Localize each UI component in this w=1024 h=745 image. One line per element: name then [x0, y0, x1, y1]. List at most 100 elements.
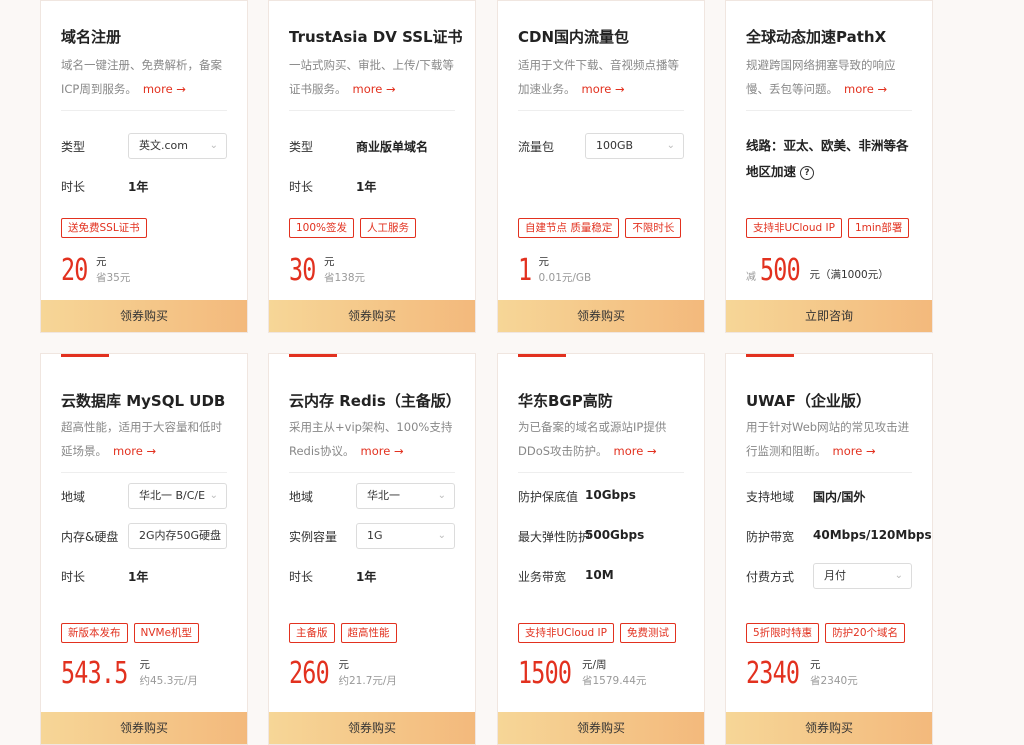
chevron-down-icon: ⌄	[666, 140, 675, 151]
spec-wide-value: 线路：亚太、欧美、非洲等各地区加速?	[746, 133, 912, 185]
buy-button[interactable]: 领券购买	[726, 712, 932, 744]
spec-label: 时长	[289, 570, 314, 584]
tag-list: 新版本发布 NVMe机型	[61, 621, 239, 643]
more-link[interactable]: more →	[582, 82, 625, 96]
spec-row: 时长 1年	[61, 173, 227, 199]
spec-select[interactable]: 100GB ⌄	[585, 133, 684, 159]
price-prefix: 减	[746, 272, 756, 283]
card-title: 全球动态加速PathX	[746, 28, 887, 46]
price-unit: 元	[96, 256, 107, 268]
card-title: 域名注册	[61, 28, 122, 46]
price-number: 1500	[518, 656, 572, 691]
price-block: 20 元省35元	[61, 249, 239, 289]
product-card: 全球动态加速PathX 规避跨国网络拥塞导致的响应慢、丢包等问题。 more → 线路…	[725, 0, 933, 333]
buy-button[interactable]: 领券购买	[269, 712, 475, 744]
more-link[interactable]: more →	[844, 82, 887, 96]
chevron-down-icon: ⌄	[209, 490, 218, 501]
divider	[746, 110, 912, 111]
feature-tag: 5折限时特惠	[746, 623, 820, 643]
product-card: CDN国内流量包 适用于文件下载、音视频点播等加速业务。 more → 流量包 100G…	[497, 0, 705, 333]
more-link[interactable]: more →	[361, 444, 404, 458]
spec-row: 业务带宽 10M	[518, 563, 684, 589]
feature-tag: 新版本发布	[61, 623, 128, 643]
spec-label: 业务带宽	[518, 570, 567, 584]
buy-button[interactable]: 领券购买	[41, 300, 247, 332]
feature-tag: 100%签发	[289, 218, 355, 238]
spec-select[interactable]: 2G内存50G硬盘 ⌄	[128, 523, 227, 549]
divider	[289, 472, 455, 473]
product-card: 域名注册 域名一键注册、免费解析，备案ICP周到服务。 more → 类型 英文.com…	[40, 0, 248, 333]
spec-row: 地域 华北一 B/C/E ⌄	[61, 483, 227, 509]
chevron-down-icon: ⌄	[894, 570, 903, 581]
spec-value: 10M	[585, 568, 614, 582]
feature-tag: 免费测试	[619, 623, 676, 643]
buy-button[interactable]: 领券购买	[498, 300, 704, 332]
feature-tag: 1min部署	[847, 218, 910, 238]
spec-row: 最大弹性防护 500Gbps	[518, 523, 684, 549]
spec-label: 防护带宽	[746, 530, 795, 544]
spec-select[interactable]: 华北一 ⌄	[356, 483, 455, 509]
price-note: 省1579.44元	[582, 675, 647, 687]
spec-label: 内存&硬盘	[61, 530, 119, 544]
price-unit: 元	[538, 256, 550, 268]
card-description: 采用主从+vip架构、100%支持Redis协议。 more →	[289, 415, 461, 463]
more-link[interactable]: more →	[614, 444, 657, 458]
buy-button[interactable]: 领券购买	[498, 712, 704, 744]
spec-label: 流量包	[518, 140, 555, 154]
spec-row: 防护保底值 10Gbps	[518, 483, 684, 509]
product-card: 华东BGP高防为已备案的域名或源站IP提供DDoS攻击防护。 more → 防护保底…	[497, 353, 705, 745]
spec-row: 实例容量 1G ⌄	[289, 523, 455, 549]
card-description: 适用于文件下载、音视频点播等加速业务。 more →	[518, 53, 690, 101]
tag-list: 100%签发 人工服务	[289, 216, 467, 238]
card-accent-bar	[746, 354, 794, 357]
spec-row: 付费方式 月付 ⌄	[746, 563, 912, 589]
divider	[61, 110, 227, 111]
tag-list: 送免费SSL证书	[61, 216, 239, 238]
card-title: 华东BGP高防	[518, 392, 613, 410]
spec-label: 时长	[289, 180, 314, 194]
card-description: 用于针对Web网站的常见攻击进行监测和阻断。 more →	[746, 415, 918, 463]
buy-button[interactable]: 领券购买	[41, 712, 247, 744]
tag-list: 自建节点 质量稳定 不限时长	[518, 216, 696, 238]
card-description: 域名一键注册、免费解析，备案ICP周到服务。 more →	[61, 53, 233, 101]
spec-value: 10Gbps	[585, 488, 636, 502]
feature-tag: 不限时长	[625, 218, 682, 238]
more-link[interactable]: more →	[143, 82, 186, 96]
feature-tag: 自建节点 质量稳定	[518, 218, 620, 238]
feature-tag: 支持非UCloud IP	[518, 623, 614, 643]
spec-row: 地域 华北一 ⌄	[289, 483, 455, 509]
price-number: 260	[289, 656, 330, 691]
select-value: 华北一	[367, 489, 400, 502]
more-link[interactable]: more →	[113, 444, 156, 458]
price-unit: 元	[139, 659, 151, 671]
card-title: 云数据库 MySQL UDB	[61, 392, 226, 410]
more-link[interactable]: more →	[833, 444, 876, 458]
divider	[61, 472, 227, 473]
buy-button[interactable]: 立即咨询	[726, 300, 932, 332]
select-value: 月付	[824, 569, 846, 582]
buy-button[interactable]: 领券购买	[269, 300, 475, 332]
price-note: 0.01元/GB	[538, 272, 592, 284]
chevron-down-icon: ⌄	[437, 490, 446, 501]
spec-select[interactable]: 1G ⌄	[356, 523, 455, 549]
select-value: 1G	[367, 529, 383, 542]
price-number: 500	[760, 253, 801, 288]
spec-label: 实例容量	[289, 530, 338, 544]
spec-select[interactable]: 英文.com ⌄	[128, 133, 227, 159]
card-description: 超高性能，适用于大容量和低时延场景。 more →	[61, 415, 233, 463]
price-block: 1 元 0.01元/GB	[518, 249, 696, 289]
feature-tag: NVMe机型	[133, 623, 200, 643]
divider	[746, 472, 912, 473]
help-icon[interactable]: ?	[800, 166, 815, 180]
spec-select[interactable]: 月付 ⌄	[813, 563, 912, 589]
spec-label: 支持地域	[746, 490, 795, 504]
card-description: 为已备案的域名或源站IP提供DDoS攻击防护。 more →	[518, 415, 690, 463]
price-note: 元（满1000元）	[809, 269, 889, 281]
price-number: 20	[61, 253, 88, 288]
more-link[interactable]: more →	[353, 82, 396, 96]
spec-select[interactable]: 华北一 B/C/E ⌄	[128, 483, 227, 509]
price-number: 1	[518, 253, 532, 288]
price-unit: 元	[338, 659, 350, 671]
card-accent-bar	[289, 354, 337, 357]
spec-wide-text: 线路：亚太、欧美、非洲等各地区加速	[746, 138, 909, 179]
